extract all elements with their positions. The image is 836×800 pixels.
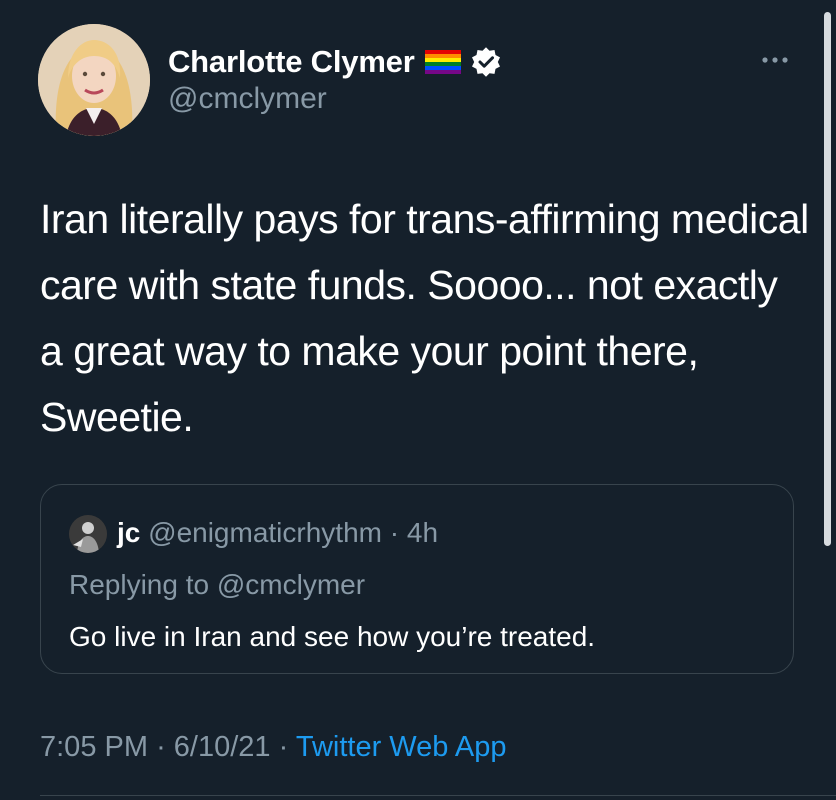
tweet-date[interactable]: 6/10/21 <box>174 731 271 763</box>
quoted-author-handle[interactable]: @enigmaticrhythm <box>148 517 382 548</box>
scrollbar-thumb[interactable] <box>824 12 831 546</box>
more-options-icon[interactable] <box>756 50 796 70</box>
author-handle[interactable]: @cmclymer <box>168 82 327 116</box>
quoted-meta-separator: · <box>389 517 400 548</box>
rainbow-flag-icon <box>424 50 461 74</box>
tweet-source-link[interactable]: Twitter Web App <box>296 731 507 763</box>
tweet-detail: Charlotte Clymer @cmclymer Iran literall… <box>0 0 836 800</box>
author-display-name[interactable]: Charlotte Clymer <box>168 44 415 80</box>
tweet-text: Iran literally pays for trans-affirming … <box>40 196 809 440</box>
quoted-tweet-card[interactable]: jc @enigmaticrhythm · 4h Replying to @cm… <box>40 484 794 674</box>
author-avatar[interactable] <box>38 24 150 136</box>
quoted-replying-to: Replying to @cmclymer <box>69 569 366 600</box>
quoted-avatar-image <box>69 515 107 553</box>
quoted-tweet-text: Go live in Iran and see how you’re treat… <box>69 621 596 652</box>
tweet-time[interactable]: 7:05 PM <box>40 731 148 763</box>
divider <box>40 795 836 796</box>
footer-separator: · <box>278 731 289 763</box>
footer-separator: · <box>156 731 166 763</box>
tweet-footer: 7:05 PM · 6/10/21 · Twitter Web App <box>40 728 506 766</box>
author-avatar-image <box>38 24 150 136</box>
author-name-row: Charlotte Clymer <box>168 42 501 82</box>
quoted-tweet-header: jc @enigmaticrhythm · 4h <box>117 515 438 551</box>
verified-badge-icon <box>471 47 501 77</box>
quoted-author-name[interactable]: jc <box>117 517 140 548</box>
quoted-tweet-age: 4h <box>406 517 439 548</box>
quoted-author-avatar[interactable] <box>69 515 107 553</box>
